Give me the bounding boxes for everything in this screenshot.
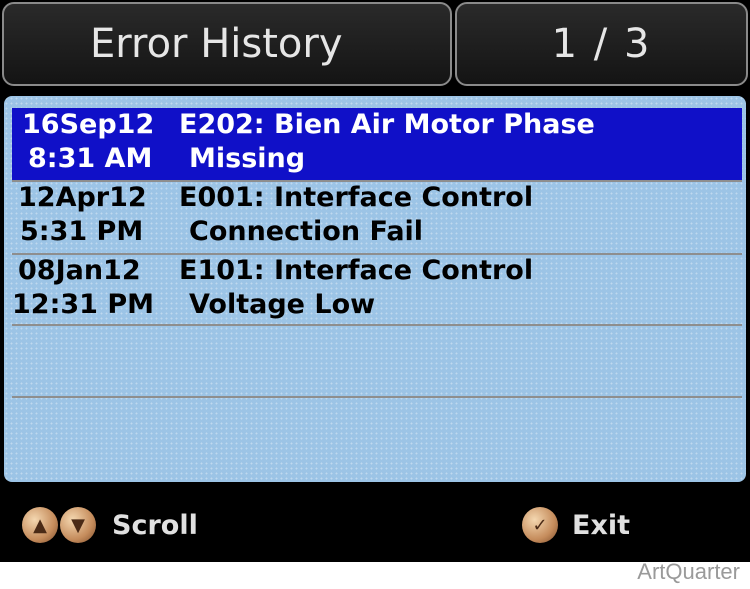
checkmark-icon[interactable]: ✓ xyxy=(522,507,558,543)
exit-label: Exit xyxy=(572,509,631,541)
up-arrow-icon[interactable]: ▲ xyxy=(22,507,58,543)
error-description: E101: Interface Control xyxy=(179,255,534,286)
page-indicator-panel: 1 / 3 xyxy=(455,2,748,86)
scroll-label: Scroll xyxy=(112,509,198,541)
page-indicator: 1 / 3 xyxy=(551,21,652,67)
row-divider xyxy=(12,396,742,398)
page-title: Error History xyxy=(90,21,343,67)
error-description-cont: Voltage Low xyxy=(189,289,376,320)
error-date: 08Jan12 xyxy=(18,255,141,286)
title-panel: Error History xyxy=(2,2,452,86)
error-time: 5:31 PM xyxy=(20,216,144,247)
error-row[interactable]: 12Apr12 5:31 PM E001: Interface Control … xyxy=(4,181,746,253)
error-description-cont: Connection Fail xyxy=(189,216,424,247)
error-date: 12Apr12 xyxy=(18,182,147,213)
exit-control[interactable]: ✓ Exit xyxy=(522,505,630,545)
error-date: 16Sep12 xyxy=(22,109,155,140)
scroll-control[interactable]: ▲ ▼ Scroll xyxy=(22,505,198,545)
empty-row xyxy=(4,325,746,397)
error-time: 8:31 AM xyxy=(28,143,153,174)
down-arrow-icon[interactable]: ▼ xyxy=(60,507,96,543)
error-description: E202: Bien Air Motor Phase xyxy=(179,109,595,140)
error-row[interactable]: 08Jan12 12:31 PM E101: Interface Control… xyxy=(4,254,746,326)
error-description: E001: Interface Control xyxy=(179,182,534,213)
device-screen: Error History 1 / 3 16Sep12 8:31 AM E202… xyxy=(0,0,750,562)
error-time: 12:31 PM xyxy=(12,289,155,320)
watermark: ArtQuarter xyxy=(637,559,740,584)
error-row[interactable]: 16Sep12 8:31 AM E202: Bien Air Motor Pha… xyxy=(12,108,742,180)
error-description-cont: Missing xyxy=(189,143,306,174)
error-list[interactable]: 16Sep12 8:31 AM E202: Bien Air Motor Pha… xyxy=(4,96,746,482)
